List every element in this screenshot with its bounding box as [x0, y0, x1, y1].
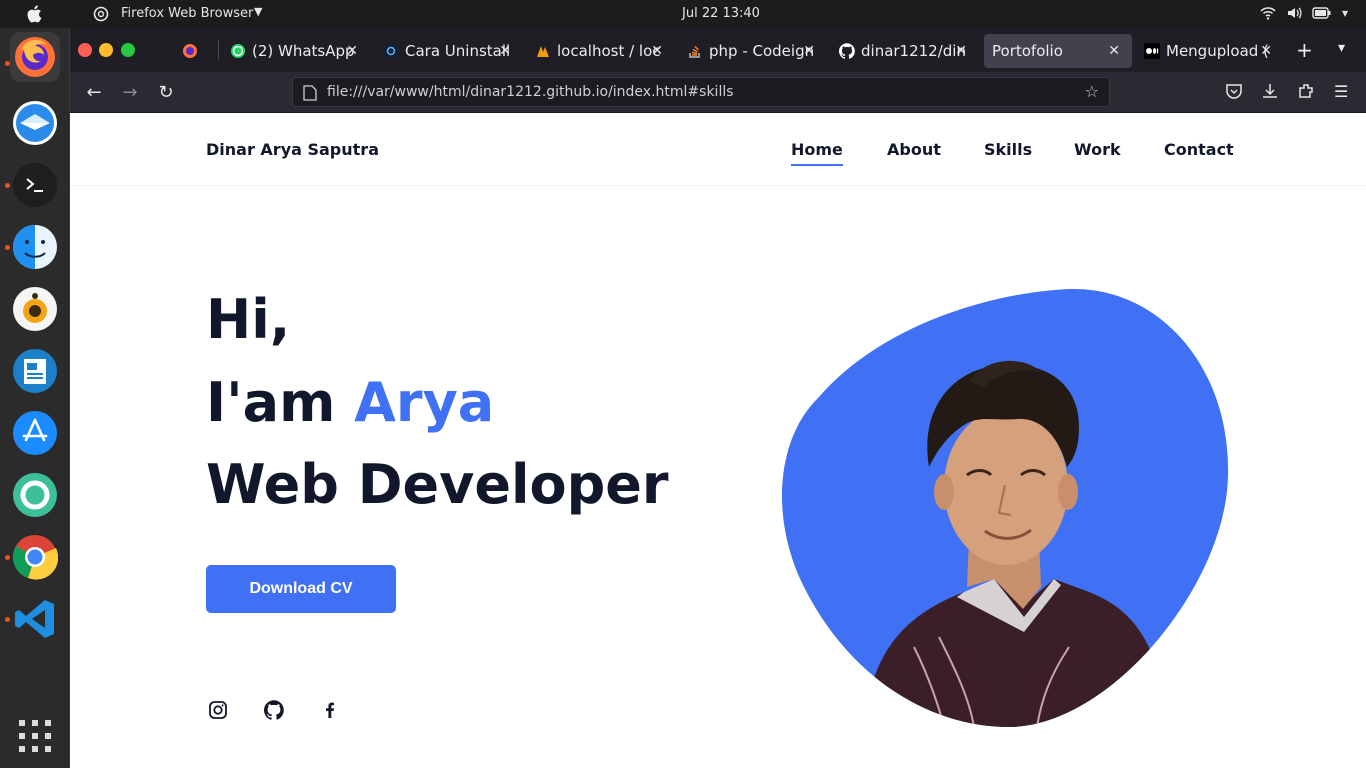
system-tray[interactable]: ▾	[1260, 5, 1348, 21]
firefox-icon	[15, 37, 55, 77]
list-all-tabs-button[interactable]: ▾	[1338, 40, 1345, 56]
active-app-title[interactable]: Firefox Web Browser	[121, 6, 253, 21]
close-icon[interactable]: ✕	[803, 43, 815, 59]
dock	[0, 28, 70, 768]
tab-php-codeigniter[interactable]: php - Codeign ✕	[687, 34, 819, 68]
whatsapp-icon	[231, 44, 245, 58]
page-viewport: Dinar Arya Saputra Home About Skills Wor…	[70, 113, 1366, 768]
site-icon	[384, 44, 398, 58]
dock-vscode[interactable]	[10, 594, 60, 644]
tab-cara-uninstall[interactable]: Cara Uninstall ✕	[383, 34, 515, 68]
terminal-icon	[13, 163, 57, 207]
dock-files[interactable]	[10, 222, 60, 272]
chrome-icon	[12, 535, 58, 580]
site-brand[interactable]: Dinar Arya Saputra	[206, 140, 379, 159]
tab-medium[interactable]: Mengupload ( ✕	[1144, 34, 1276, 68]
music-player-icon	[13, 287, 57, 331]
facebook-icon[interactable]	[320, 700, 340, 720]
nav-home[interactable]: Home	[791, 140, 843, 166]
url-text[interactable]: file:///var/www/html/dinar1212.github.io…	[327, 84, 734, 100]
hero-intro-prefix: I'am	[206, 371, 355, 434]
app-store-icon	[13, 411, 57, 455]
hero-intro: I'am Arya	[206, 371, 494, 434]
nav-contact[interactable]: Contact	[1164, 140, 1234, 159]
wifi-icon[interactable]	[1260, 5, 1276, 21]
back-button[interactable]: ←	[83, 82, 105, 104]
volume-icon[interactable]	[1286, 5, 1302, 21]
hero-name: Arya	[354, 371, 495, 434]
close-icon[interactable]: ✕	[499, 43, 511, 59]
downloads-icon[interactable]	[1261, 82, 1279, 100]
instagram-icon[interactable]	[208, 700, 228, 720]
dock-mail[interactable]	[10, 98, 60, 148]
hero-greeting: Hi,	[206, 288, 291, 351]
hero-illustration	[781, 288, 1229, 727]
apple-icon[interactable]	[24, 3, 46, 25]
phpmyadmin-icon	[537, 46, 549, 57]
dock-appstore[interactable]	[10, 408, 60, 458]
battery-icon[interactable]	[1312, 6, 1332, 20]
github-icon	[839, 43, 855, 59]
document-viewer-icon	[13, 349, 57, 393]
address-bar[interactable]: file:///var/www/html/dinar1212.github.io…	[292, 77, 1110, 107]
window-minimize-button[interactable]	[99, 43, 113, 57]
clock[interactable]: Jul 22 13:40	[682, 6, 760, 21]
close-icon[interactable]: ✕	[346, 43, 358, 59]
tab-firefox-view[interactable]	[182, 34, 212, 68]
new-tab-button[interactable]: +	[1296, 38, 1313, 62]
hamburger-menu-icon[interactable]: ☰	[1334, 82, 1348, 101]
nav-skills[interactable]: Skills	[984, 140, 1032, 159]
tab-strip: (2) WhatsApp ✕ Cara Uninstall ✕ localhos…	[70, 28, 1366, 72]
stackoverflow-icon	[689, 45, 700, 58]
pocket-icon[interactable]	[1225, 82, 1243, 100]
window-maximize-button[interactable]	[121, 43, 135, 57]
tab-localhost[interactable]: localhost / loc ✕	[535, 34, 667, 68]
nav-work[interactable]: Work	[1074, 140, 1121, 159]
github-icon[interactable]	[264, 700, 284, 720]
app-menu-icon[interactable]	[92, 5, 110, 23]
medium-icon	[1144, 43, 1160, 59]
forward-button[interactable]: →	[119, 82, 141, 104]
system-top-bar: Firefox Web Browser ▼ Jul 22 13:40 ▾	[0, 0, 1366, 28]
dock-chrome[interactable]	[10, 532, 60, 582]
chevron-down-icon[interactable]: ▼	[254, 5, 262, 18]
dock-music[interactable]	[10, 284, 60, 334]
finder-icon	[13, 225, 57, 269]
close-icon[interactable]: ✕	[955, 43, 967, 59]
page-icon	[303, 85, 317, 101]
help-icon	[13, 473, 57, 517]
site-header: Dinar Arya Saputra Home About Skills Wor…	[70, 113, 1366, 186]
chevron-down-icon[interactable]: ▾	[1342, 6, 1348, 20]
reload-button[interactable]: ↻	[155, 82, 177, 104]
firefox-icon	[183, 44, 197, 58]
download-cv-button[interactable]: Download CV	[206, 565, 396, 613]
show-applications-icon[interactable]	[19, 720, 51, 752]
hero-role: Web Developer	[206, 453, 669, 516]
tab-whatsapp[interactable]: (2) WhatsApp ✕	[230, 34, 362, 68]
bookmark-star-icon[interactable]: ☆	[1085, 82, 1099, 101]
tab-github-repo[interactable]: dinar1212/din ✕	[839, 34, 971, 68]
dock-docviewer[interactable]	[10, 346, 60, 396]
vscode-icon	[15, 600, 54, 638]
nav-about[interactable]: About	[887, 140, 941, 159]
navigation-toolbar: ← → ↻ file:///var/www/html/dinar1212.git…	[70, 72, 1366, 113]
window-close-button[interactable]	[78, 43, 92, 57]
close-icon[interactable]: ✕	[1108, 43, 1120, 59]
dock-firefox[interactable]	[10, 32, 60, 82]
firefox-window: (2) WhatsApp ✕ Cara Uninstall ✕ localhos…	[70, 28, 1366, 768]
extensions-icon[interactable]	[1297, 82, 1315, 100]
mail-icon	[13, 101, 57, 145]
tab-portofolio[interactable]: Portofolio ✕	[984, 34, 1132, 68]
close-icon[interactable]: ✕	[1260, 43, 1272, 59]
dock-terminal[interactable]	[10, 160, 60, 210]
close-icon[interactable]: ✕	[651, 43, 663, 59]
dock-help[interactable]	[10, 470, 60, 520]
